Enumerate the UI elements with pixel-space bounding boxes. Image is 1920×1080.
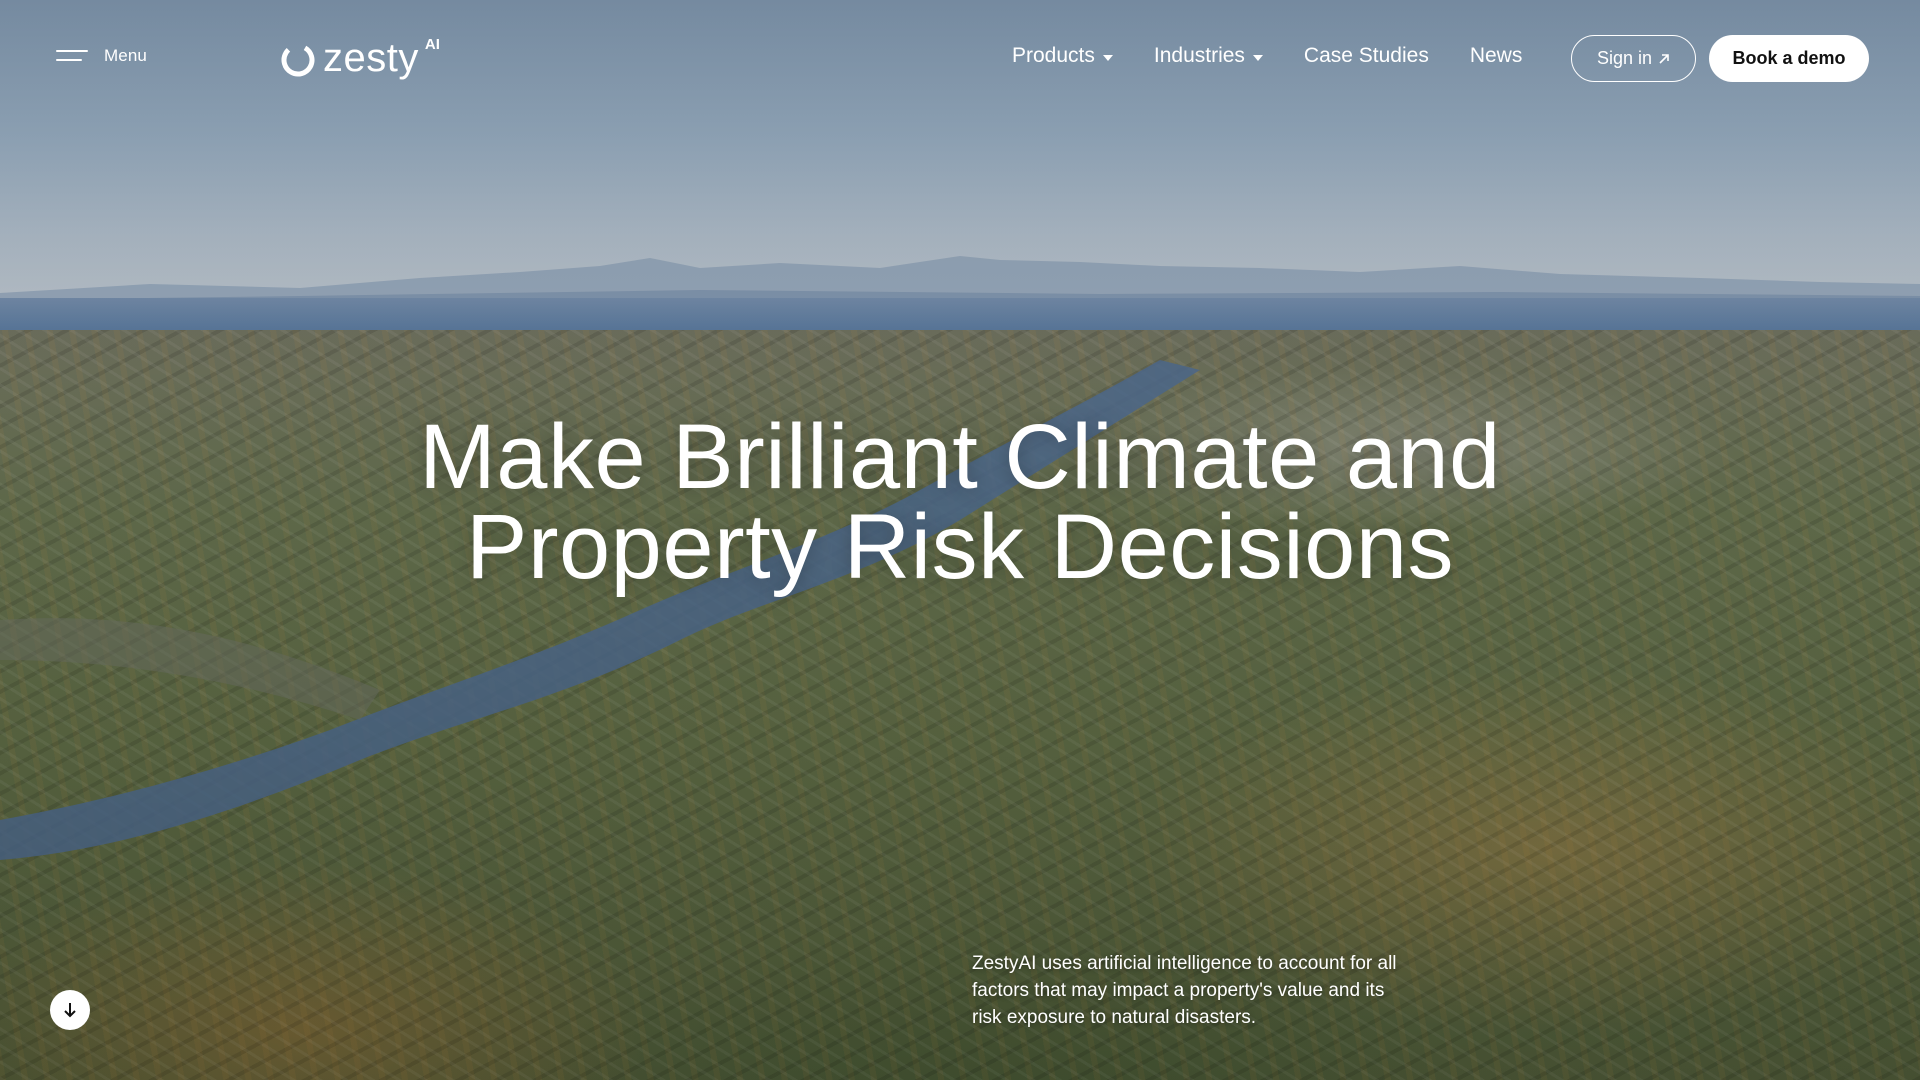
hero-subcopy: ZestyAI uses artificial intelligence to … [972,953,1397,1028]
nav-item-label: Case Studies [1303,44,1429,67]
nav-item-industries[interactable]: Industries [1154,44,1263,68]
brand-name: zesty [323,36,419,80]
book-demo-button[interactable]: Book a demo [1709,35,1869,82]
brand-superscript: AI [424,36,440,53]
nav-item-label: Industries [1153,44,1245,67]
headline-line-1: Make Brilliant Climate and [419,406,1501,508]
arrow-down-icon [64,1003,76,1018]
headline-line-2: Property Risk Decisions [465,496,1454,598]
nav-item-case-studies[interactable]: Case Studies [1304,44,1429,68]
hamburger-icon [56,50,88,62]
arrow-up-right-icon [1659,53,1669,64]
nav-item-news[interactable]: News [1470,44,1523,68]
nav-item-products[interactable]: Products [1012,44,1113,68]
nav-item-label: Products [1012,44,1095,67]
site-header: Menu zesty AI Products Industries Case S… [0,0,1920,118]
book-demo-label: Book a demo [1732,48,1846,68]
main-nav: Products Industries Case Studies News [1012,44,1522,68]
sign-in-button[interactable]: Sign in [1571,35,1696,82]
scroll-down-button[interactable] [50,990,90,1030]
nav-item-label: News [1469,44,1523,67]
sign-in-label: Sign in [1596,48,1653,68]
brand-logo[interactable]: zesty AI [281,36,440,80]
menu-label: Menu [104,46,147,65]
zesty-logo-icon [281,43,315,77]
menu-button[interactable]: Menu [56,46,147,66]
caret-down-icon [1252,54,1263,61]
caret-down-icon [1102,54,1113,61]
hero-headline: Make Brilliant Climate and Property Risk… [300,411,1620,593]
